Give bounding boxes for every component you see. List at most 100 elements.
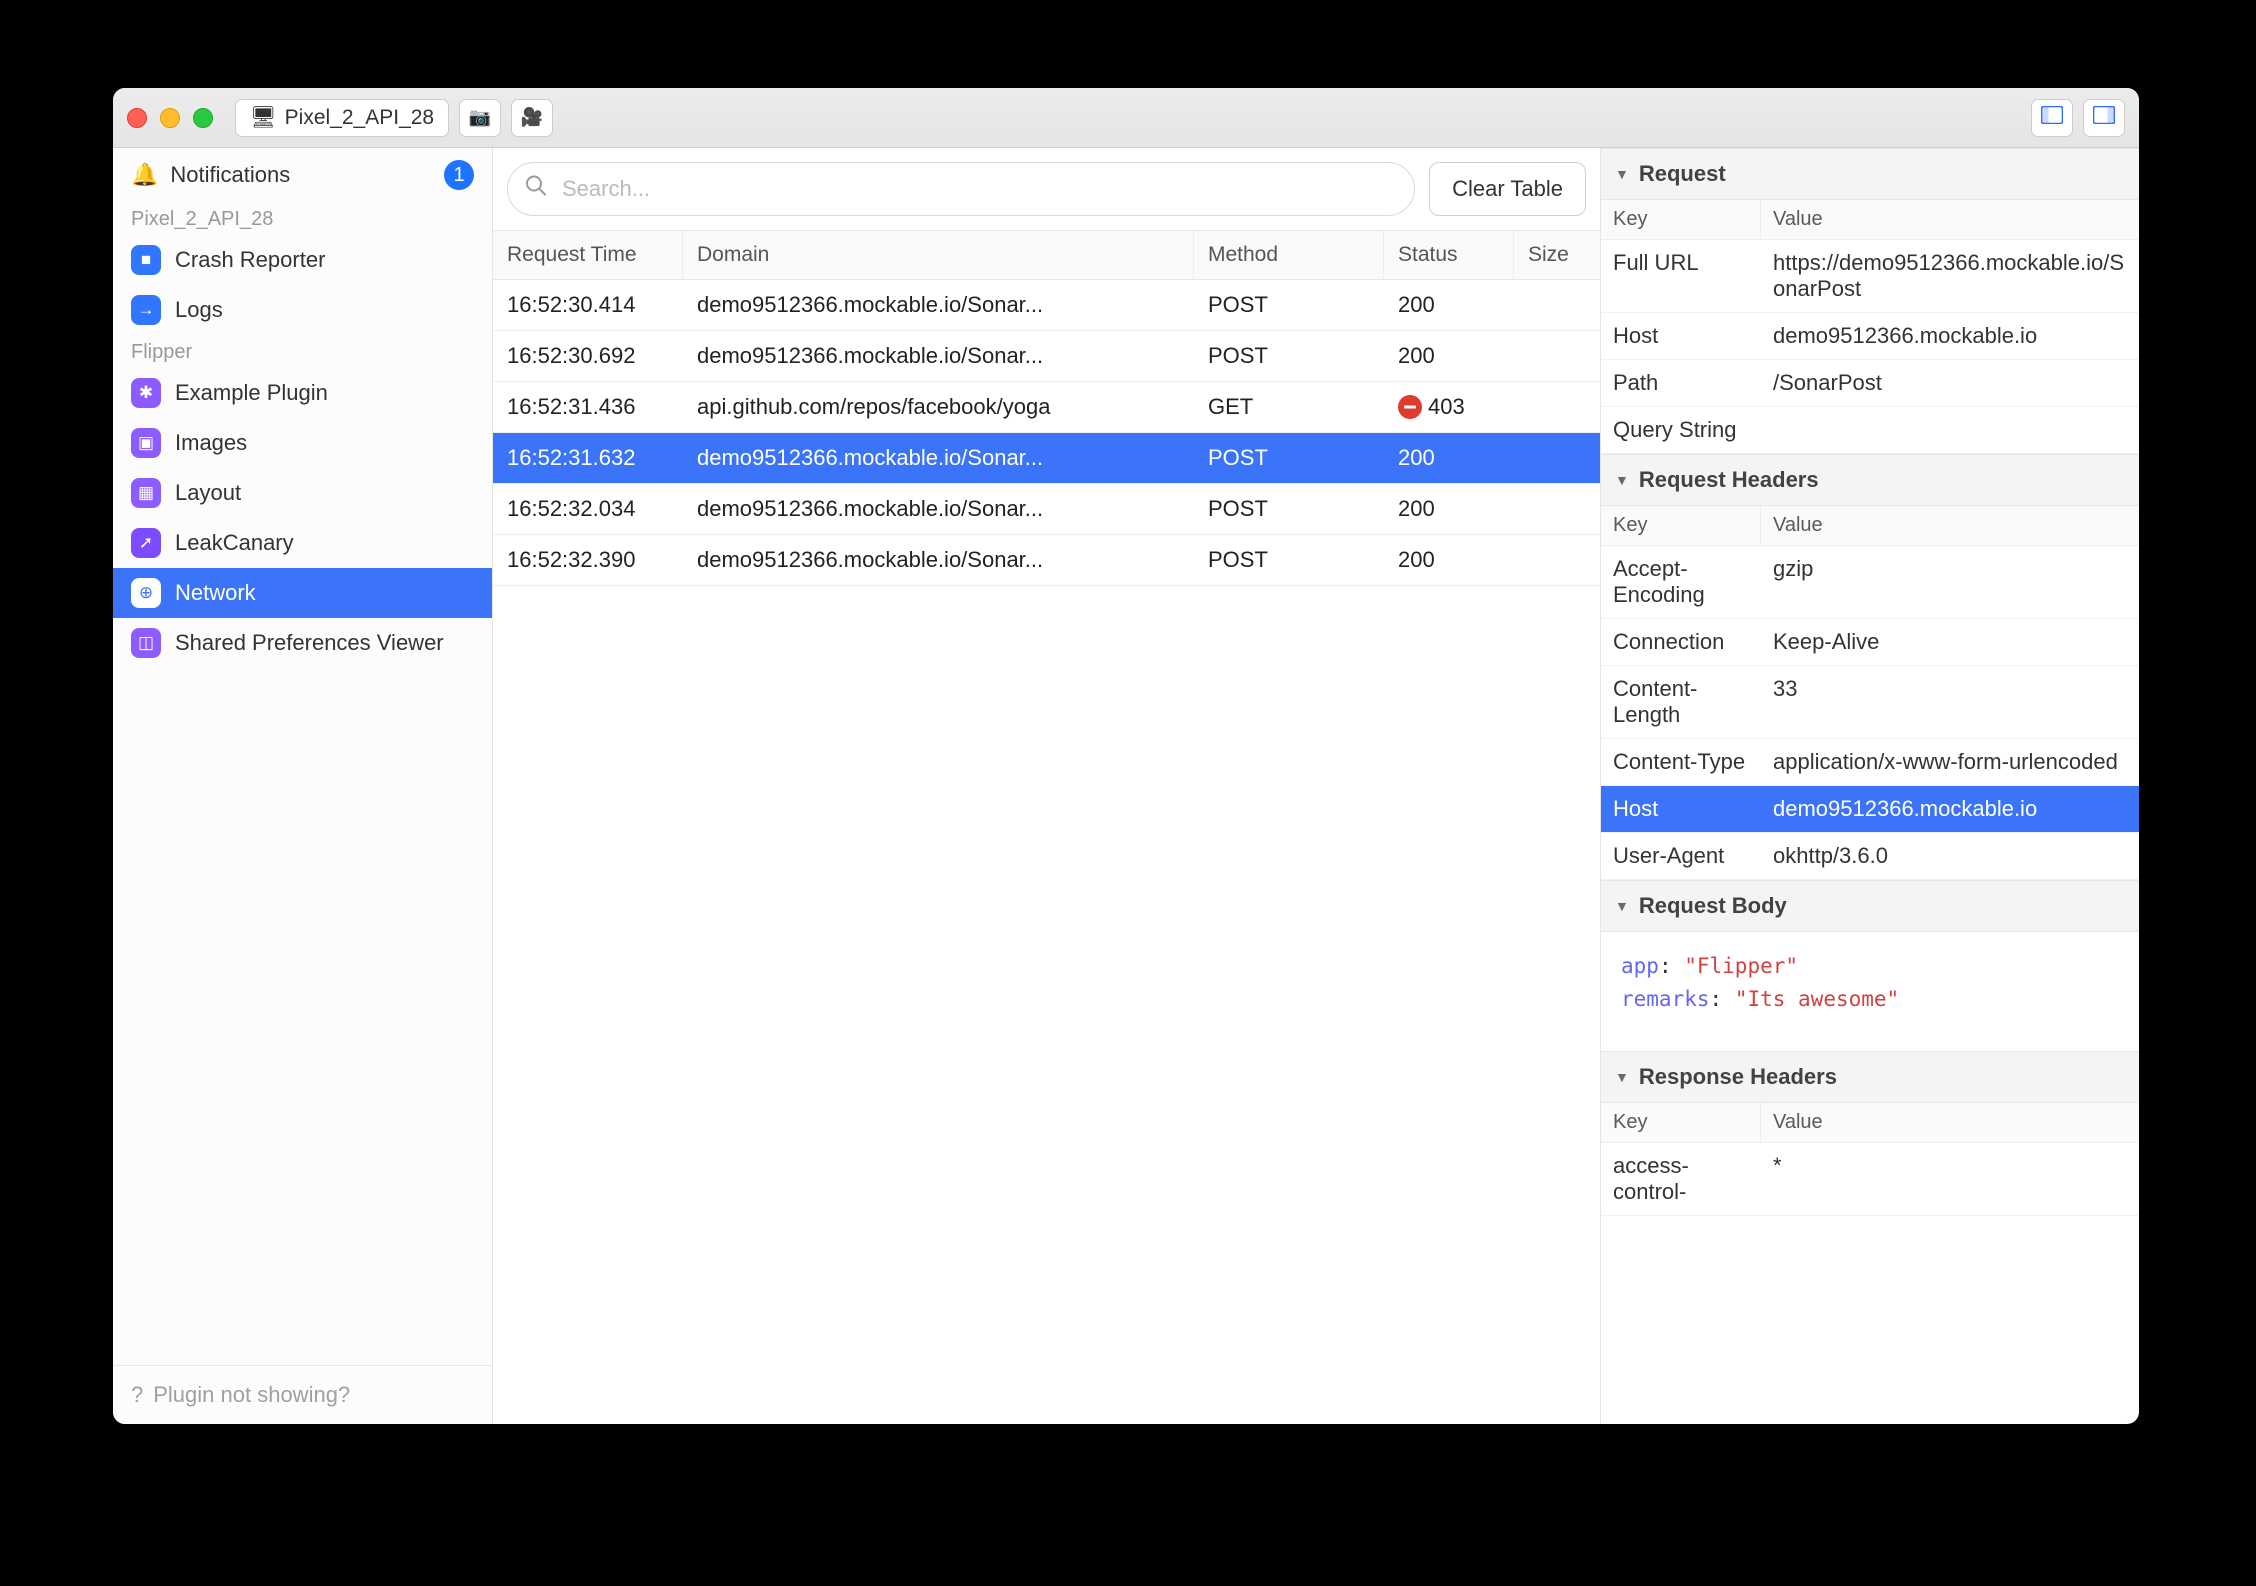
table-body: 16:52:30.414demo9512366.mockable.io/Sona… bbox=[493, 280, 1600, 586]
details-panel: ▼ Request Key Value Full URLhttps://demo… bbox=[1601, 148, 2139, 1424]
col-method[interactable]: Method bbox=[1194, 231, 1384, 279]
notifications-badge: 1 bbox=[444, 160, 474, 190]
cell-method: POST bbox=[1194, 535, 1384, 585]
section-request[interactable]: ▼ Request bbox=[1601, 148, 2139, 200]
kv-value: https://demo9512366.mockable.io/SonarPos… bbox=[1761, 240, 2139, 312]
cell-size bbox=[1514, 331, 1600, 381]
kv-value-label: Value bbox=[1761, 1103, 2139, 1142]
sidebar-item-icon: ➚ bbox=[131, 528, 161, 558]
section-response-headers-title: Response Headers bbox=[1639, 1064, 1837, 1090]
sidebar-item[interactable]: ▦Layout bbox=[113, 468, 492, 518]
sidebar-footer[interactable]: ? Plugin not showing? bbox=[113, 1365, 492, 1424]
section-request-title: Request bbox=[1639, 161, 1726, 187]
sidebar-item[interactable]: ■Crash Reporter bbox=[113, 235, 492, 285]
notifications-row[interactable]: 🔔 Notifications 1 bbox=[113, 148, 492, 202]
chevron-down-icon: ▼ bbox=[1615, 472, 1629, 488]
table-row[interactable]: 16:52:30.692demo9512366.mockable.io/Sona… bbox=[493, 331, 1600, 382]
col-status[interactable]: Status bbox=[1384, 231, 1514, 279]
window-close[interactable] bbox=[127, 108, 147, 128]
window-minimize[interactable] bbox=[160, 108, 180, 128]
kv-value: application/x-www-form-urlencoded bbox=[1761, 739, 2139, 785]
table-row[interactable]: 16:52:32.390demo9512366.mockable.io/Sona… bbox=[493, 535, 1600, 586]
sidebar: 🔔 Notifications 1 Pixel_2_API_28■Crash R… bbox=[113, 148, 493, 1424]
layout-left-button[interactable] bbox=[2031, 99, 2073, 137]
sidebar-item-label: Network bbox=[175, 580, 256, 606]
device-chip[interactable]: 🖥 Pixel_2_API_28 bbox=[235, 99, 449, 137]
table-row[interactable]: 16:52:32.034demo9512366.mockable.io/Sona… bbox=[493, 484, 1600, 535]
traffic-lights bbox=[127, 108, 213, 128]
sidebar-item-label: Shared Preferences Viewer bbox=[175, 630, 444, 656]
cell-time: 16:52:32.034 bbox=[493, 484, 683, 534]
cell-method: POST bbox=[1194, 331, 1384, 381]
kv-row[interactable]: Path/SonarPost bbox=[1601, 360, 2139, 407]
request-body-content: app: "Flipper"remarks: "Its awesome" bbox=[1601, 932, 2139, 1051]
cell-domain: demo9512366.mockable.io/Sonar... bbox=[683, 535, 1194, 585]
kv-key: Path bbox=[1601, 360, 1761, 406]
cell-status: 200 bbox=[1384, 535, 1514, 585]
kv-row[interactable]: Content-Typeapplication/x-www-form-urlen… bbox=[1601, 739, 2139, 786]
sidebar-item-icon: ◫ bbox=[131, 628, 161, 658]
kv-value-label: Value bbox=[1761, 506, 2139, 545]
sidebar-item[interactable]: ▣ Images bbox=[113, 418, 492, 468]
sidebar-item-label: Images bbox=[175, 430, 247, 456]
kv-row[interactable]: Hostdemo9512366.mockable.io bbox=[1601, 313, 2139, 360]
col-time[interactable]: Request Time bbox=[493, 231, 683, 279]
kv-key-label: Key bbox=[1601, 1103, 1761, 1142]
table-row[interactable]: 16:52:31.436api.github.com/repos/faceboo… bbox=[493, 382, 1600, 433]
kv-key: Connection bbox=[1601, 619, 1761, 665]
sidebar-item-icon: ▦ bbox=[131, 478, 161, 508]
kv-row[interactable]: Content-Length33 bbox=[1601, 666, 2139, 739]
cell-domain: demo9512366.mockable.io/Sonar... bbox=[683, 433, 1194, 483]
titlebar: 🖥 Pixel_2_API_28 📷 🎥 bbox=[113, 88, 2139, 148]
col-size[interactable]: Size bbox=[1514, 231, 1600, 279]
sidebar-item-icon: ✱ bbox=[131, 378, 161, 408]
table-row[interactable]: 16:52:30.414demo9512366.mockable.io/Sona… bbox=[493, 280, 1600, 331]
kv-row[interactable]: access-control-* bbox=[1601, 1143, 2139, 1216]
layout-right-button[interactable] bbox=[2083, 99, 2125, 137]
search-icon bbox=[525, 175, 547, 204]
kv-key: Content-Type bbox=[1601, 739, 1761, 785]
table-toolbar: Clear Table bbox=[493, 148, 1600, 231]
notifications-label: Notifications bbox=[170, 162, 290, 188]
sidebar-item[interactable]: ✱Example Plugin bbox=[113, 368, 492, 418]
kv-row[interactable]: User-Agentokhttp/3.6.0 bbox=[1601, 833, 2139, 880]
search-input[interactable] bbox=[507, 162, 1415, 216]
cell-method: POST bbox=[1194, 433, 1384, 483]
cell-time: 16:52:30.414 bbox=[493, 280, 683, 330]
sidebar-item[interactable]: ➚LeakCanary bbox=[113, 518, 492, 568]
kv-value: gzip bbox=[1761, 546, 2139, 618]
kv-value: okhttp/3.6.0 bbox=[1761, 833, 2139, 879]
kv-row[interactable]: Hostdemo9512366.mockable.io bbox=[1601, 786, 2139, 833]
kv-row[interactable]: Full URLhttps://demo9512366.mockable.io/… bbox=[1601, 240, 2139, 313]
sidebar-item-icon: → bbox=[131, 295, 161, 325]
kv-value: demo9512366.mockable.io bbox=[1761, 313, 2139, 359]
cell-size bbox=[1514, 280, 1600, 330]
sidebar-group-label: Pixel_2_API_28 bbox=[113, 202, 492, 235]
section-request-body[interactable]: ▼ Request Body bbox=[1601, 880, 2139, 932]
kv-row[interactable]: Accept-Encodinggzip bbox=[1601, 546, 2139, 619]
cell-domain: demo9512366.mockable.io/Sonar... bbox=[683, 484, 1194, 534]
kv-row[interactable]: ConnectionKeep-Alive bbox=[1601, 619, 2139, 666]
sidebar-item[interactable]: ⊕Network bbox=[113, 568, 492, 618]
sidebar-item-icon: ▣ bbox=[131, 428, 161, 458]
record-button[interactable]: 🎥 bbox=[511, 99, 553, 137]
section-response-headers[interactable]: ▼ Response Headers bbox=[1601, 1051, 2139, 1103]
window-zoom[interactable] bbox=[193, 108, 213, 128]
request-kv-body: Full URLhttps://demo9512366.mockable.io/… bbox=[1601, 240, 2139, 454]
clear-table-button[interactable]: Clear Table bbox=[1429, 162, 1586, 216]
sidebar-item[interactable]: ◫ Shared Preferences Viewer bbox=[113, 618, 492, 668]
screenshot-button[interactable]: 📷 bbox=[459, 99, 501, 137]
kv-key: Accept-Encoding bbox=[1601, 546, 1761, 618]
table-row[interactable]: 16:52:31.632demo9512366.mockable.io/Sona… bbox=[493, 433, 1600, 484]
kv-key: User-Agent bbox=[1601, 833, 1761, 879]
video-icon: 🎥 bbox=[521, 107, 543, 128]
section-request-headers[interactable]: ▼ Request Headers bbox=[1601, 454, 2139, 506]
cell-domain: demo9512366.mockable.io/Sonar... bbox=[683, 331, 1194, 381]
sidebar-item[interactable]: →Logs bbox=[113, 285, 492, 335]
cell-status: 200 bbox=[1384, 484, 1514, 534]
col-domain[interactable]: Domain bbox=[683, 231, 1194, 279]
kv-row[interactable]: Query String bbox=[1601, 407, 2139, 454]
request-headers-kv-body: Accept-EncodinggzipConnectionKeep-AliveC… bbox=[1601, 546, 2139, 880]
cell-status: 403 bbox=[1384, 382, 1514, 432]
panel-right-icon bbox=[2093, 106, 2115, 129]
